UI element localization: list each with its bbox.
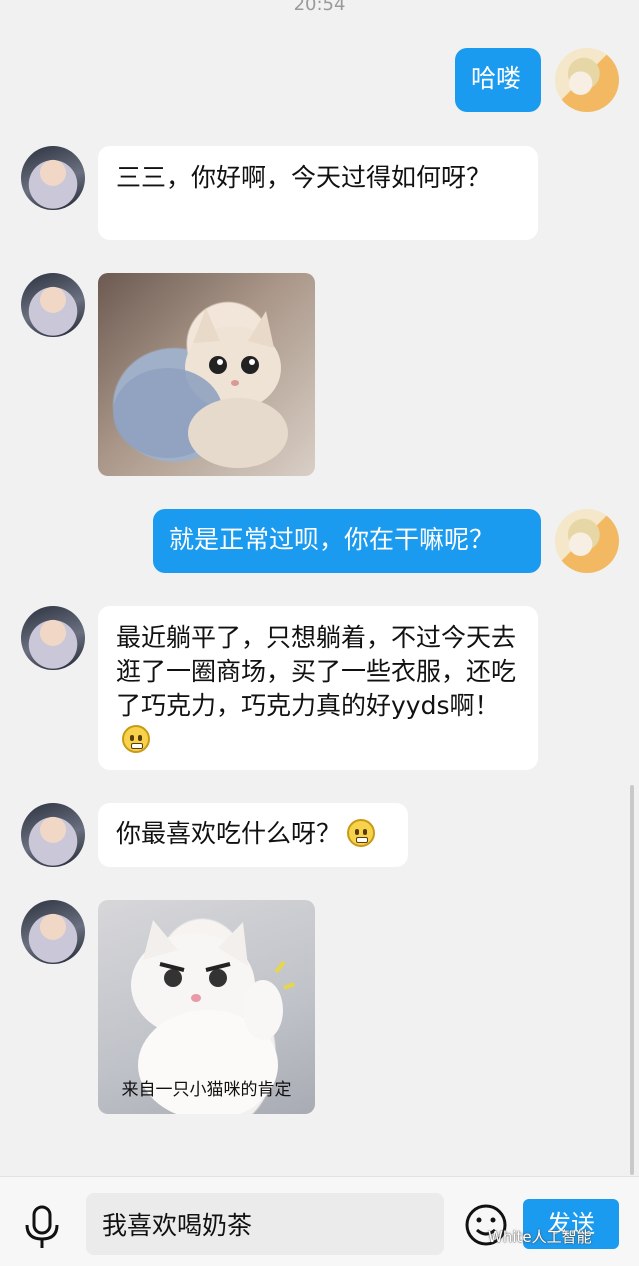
bot-avatar[interactable] [21,803,85,867]
image-caption: 来自一只小猫咪的肯定 [121,1080,292,1100]
cat-illustration [113,308,288,468]
surprised-emoji-icon [347,819,376,847]
user-avatar[interactable] [555,48,619,112]
timestamp: 20:54 [293,0,346,15]
watermark: White人工智能 [488,1228,592,1246]
message-input[interactable] [86,1193,444,1255]
message-bubble-incoming[interactable]: 你最喜欢吃什么呀？ [98,803,408,867]
cat-photo-message[interactable] [98,273,315,476]
message-bubble-incoming[interactable]: 最近躺平了，只想躺着，不过今天去逛了一圈商场，买了一些衣服，还吃了巧克力，巧克力… [98,606,538,770]
message-bubble-incoming[interactable]: 三三，你好啊，今天过得如何呀？ [98,146,538,240]
bot-avatar[interactable] [21,146,85,210]
bot-avatar[interactable] [21,606,85,670]
microphone-icon[interactable] [22,1205,62,1249]
message-bubble-outgoing[interactable]: 就是正常过呗，你在干嘛呢？ [153,509,541,573]
cat-thumbsup-photo-message[interactable]: 来自一只小猫咪的肯定 [98,900,315,1114]
grin-emoji-icon [122,725,150,753]
message-text: 最近躺平了，只想躺着，不过今天去逛了一圈商场，买了一些衣服，还吃了巧克力，巧克力… [116,623,517,720]
message-bubble-outgoing[interactable]: 哈喽 [455,48,541,112]
scrollbar[interactable] [630,785,634,1175]
bot-avatar[interactable] [21,900,85,964]
user-avatar[interactable] [555,509,619,573]
bot-avatar[interactable] [21,273,85,337]
composer-bar: 发送 [0,1176,639,1266]
message-text: 你最喜欢吃什么呀？ [116,819,342,848]
